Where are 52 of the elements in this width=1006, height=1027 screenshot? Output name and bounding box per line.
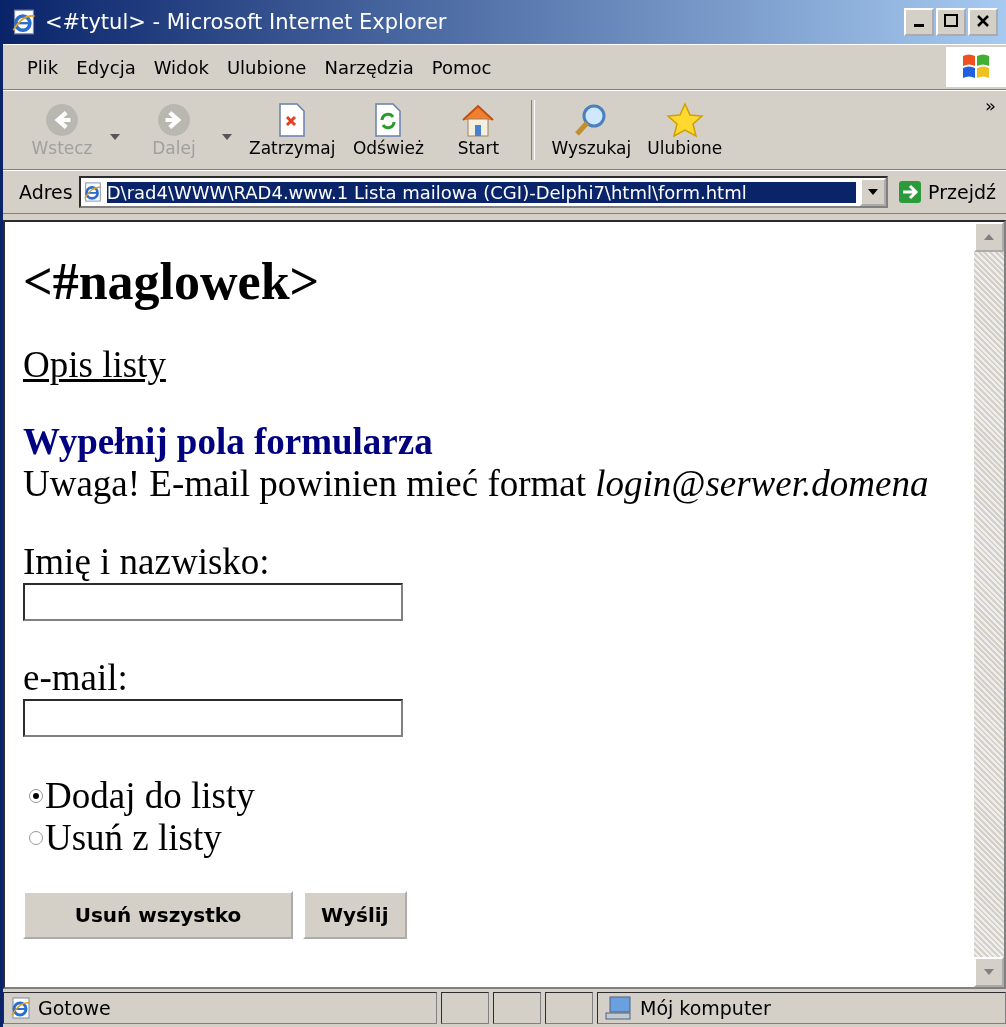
toolbar-button[interactable]: Zatrzymaj [243, 100, 342, 160]
toolbar-button[interactable]: Start [435, 100, 522, 160]
stop-page-icon [277, 102, 308, 138]
minimize-icon [914, 24, 924, 27]
close-button[interactable] [968, 8, 998, 36]
menu-item[interactable]: Pomoc [425, 52, 498, 82]
toolbar-button[interactable]: Wyszukaj [545, 100, 638, 160]
address-label: Adres [19, 181, 73, 203]
maximize-icon [943, 12, 959, 29]
radio-label: Dodaj do listy [45, 775, 255, 817]
form-button[interactable]: Usuń wszystko [23, 891, 293, 939]
computer-icon [604, 995, 634, 1021]
form-title: Wypełnij pola formularza [23, 421, 434, 463]
scroll-up-button[interactable] [974, 222, 1004, 252]
scroll-down-button[interactable] [974, 957, 1004, 987]
go-button[interactable]: Przejdź [894, 180, 1000, 204]
input-field[interactable] [23, 583, 403, 621]
input-field[interactable] [23, 699, 403, 737]
window-title: <#tytul> - Microsoft Internet Explorer [45, 10, 448, 34]
status-panel [441, 992, 489, 1024]
menu-item[interactable]: Widok [147, 52, 215, 82]
field-label: e-mail: [23, 657, 129, 699]
toolbar-button[interactable]: Odśwież [345, 100, 432, 160]
browser-icon [11, 9, 37, 35]
status-panel [493, 992, 541, 1024]
status-text: Gotowe [38, 997, 111, 1019]
up-arrow-icon [984, 234, 994, 240]
page-heading: <#naglowek> [23, 252, 321, 312]
maximize-button[interactable] [936, 8, 966, 36]
format-note: Uwaga! E-mail powinien mieć format login@serwer.domena [23, 463, 930, 505]
description-link[interactable]: Opis listy [23, 344, 166, 385]
dropdown-button[interactable] [860, 178, 887, 206]
menu-item[interactable]: Narzędzia [318, 52, 420, 82]
menu-item[interactable]: Ulubione [220, 52, 313, 82]
radio-label: Usuń z listy [45, 817, 222, 859]
menu-item[interactable]: Edycja [70, 52, 142, 82]
page-icon [10, 997, 32, 1019]
page-icon [82, 182, 103, 202]
toolbar-button[interactable]: Ulubione [641, 100, 729, 160]
minimize-button[interactable] [904, 8, 934, 36]
address-field[interactable]: D\rad4\WWW\RAD4.www.1 Lista mailowa (CGI)-Delphi7\html\form.html [78, 176, 889, 208]
down-arrow-icon [984, 969, 994, 975]
menu-item[interactable]: Plik [21, 52, 65, 82]
refresh-page-icon [373, 102, 404, 138]
status-panel [545, 992, 593, 1024]
more-tools-button[interactable]: » [975, 91, 1006, 120]
star-icon [665, 102, 704, 138]
caret-icon [867, 188, 880, 196]
close-icon [975, 12, 991, 29]
form-button[interactable]: Wyślij [303, 891, 407, 939]
zone-text: Mój komputer [640, 997, 771, 1019]
field-label: Imię i nazwisko: [23, 541, 271, 583]
